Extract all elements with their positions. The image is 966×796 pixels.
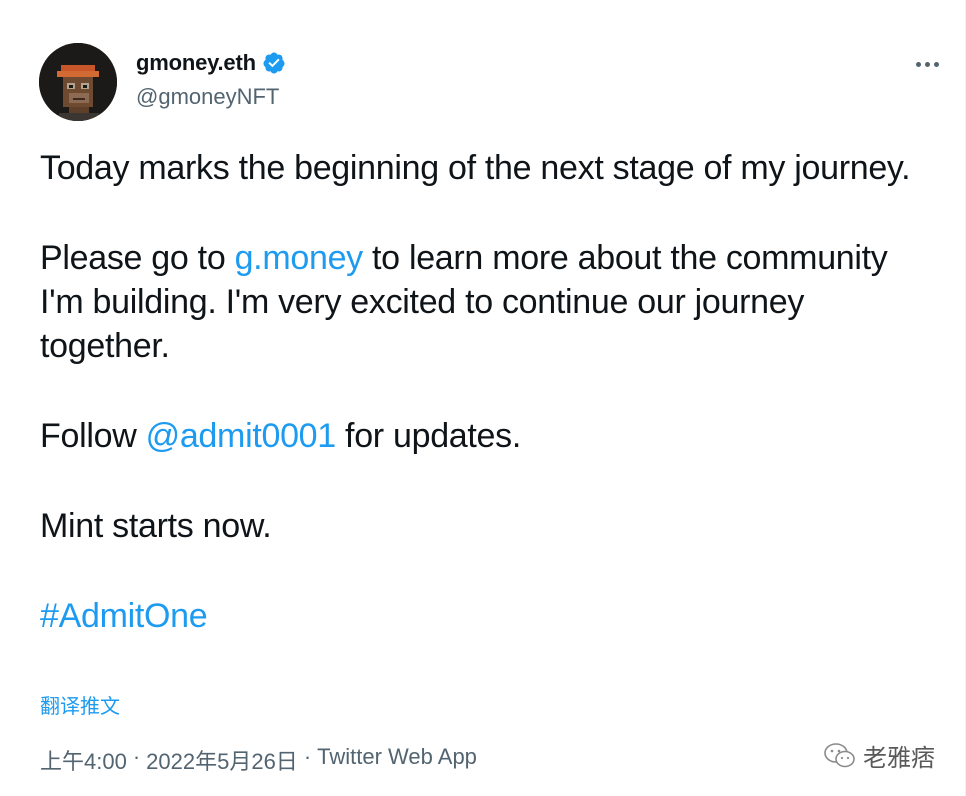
tweet-paragraph: Follow @admit0001 for updates. <box>40 417 522 455</box>
verified-badge-icon <box>263 52 285 74</box>
more-dots-icon <box>933 61 939 67</box>
tweet-paragraph: #AdmitOne <box>40 594 930 638</box>
tweet-date[interactable]: 2022年5月26日 <box>146 744 298 776</box>
tweet-paragraph: Please go to g.money to learn more about… <box>40 239 888 365</box>
more-dots-icon <box>915 61 921 67</box>
meta-separator: · <box>132 744 141 769</box>
more-dots-icon <box>924 61 930 67</box>
tweet-paragraph: Mint starts now. <box>40 507 272 545</box>
tweet-meta: 上午4:00 · 2022年5月26日 · Twitter Web App <box>40 744 477 776</box>
tweet-text: Today marks the beginning of the next st… <box>40 146 930 638</box>
website-link[interactable]: g.money <box>235 239 364 277</box>
tweet-paragraph: Today marks the beginning of the next st… <box>40 149 911 187</box>
author-name-row[interactable]: gmoney.eth <box>136 50 286 76</box>
hashtag-link[interactable]: #AdmitOne <box>40 597 208 635</box>
tweet-source[interactable]: Twitter Web App <box>317 744 477 776</box>
meta-separator: · <box>303 744 312 769</box>
more-options-button[interactable] <box>911 50 943 78</box>
pixel-ape-avatar-icon <box>39 43 117 121</box>
watermark: 老雅痞 <box>823 738 935 773</box>
watermark-text: 老雅痞 <box>863 745 935 772</box>
translate-tweet-link[interactable]: 翻译推文 <box>40 690 120 719</box>
avatar[interactable] <box>39 43 117 121</box>
mention-link[interactable]: @admit0001 <box>146 417 337 455</box>
author-handle[interactable]: @gmoneyNFT <box>136 84 279 110</box>
display-name[interactable]: gmoney.eth <box>136 50 256 76</box>
tweet-card: gmoney.eth @gmoneyNFT Today marks the be… <box>0 0 966 796</box>
wechat-icon <box>824 742 855 767</box>
tweet-time[interactable]: 上午4:00 <box>40 744 127 776</box>
